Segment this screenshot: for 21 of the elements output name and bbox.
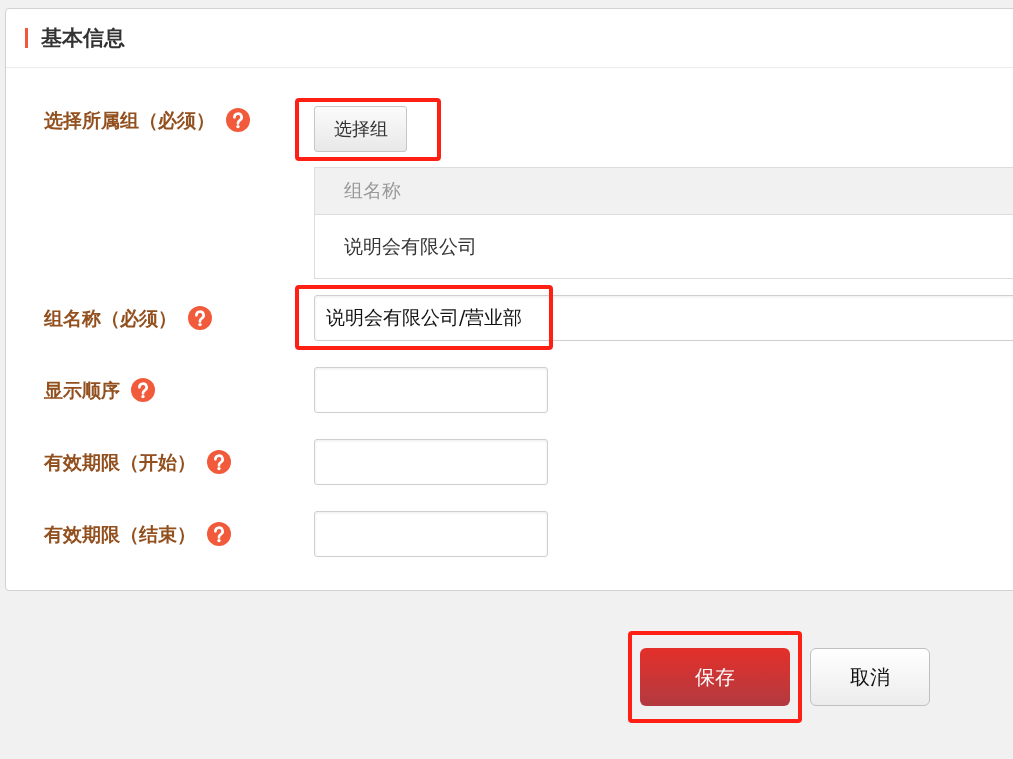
- input-field[interactable]: [314, 439, 548, 485]
- input-field[interactable]: 说明会有限公司/营业部: [314, 295, 1013, 341]
- save-button[interactable]: 保存: [640, 648, 790, 706]
- column-header: 组名称: [314, 167, 1013, 215]
- help-icon[interactable]: [131, 378, 155, 402]
- table-cell[interactable]: 说明会有限公司: [314, 214, 1013, 279]
- field-label: 选择所属组（必须）: [44, 108, 215, 133]
- input-field[interactable]: [314, 367, 548, 413]
- input-field[interactable]: [314, 511, 548, 557]
- help-icon[interactable]: [207, 450, 231, 474]
- cancel-button[interactable]: 取消: [810, 648, 930, 706]
- field-label: 组名称（必须）: [44, 306, 177, 331]
- help-icon[interactable]: [226, 108, 250, 132]
- field-label: 显示顺序: [44, 378, 120, 403]
- field-label: 有效期限（结束）: [44, 522, 196, 547]
- field-label: 有效期限（开始）: [44, 450, 196, 475]
- help-icon[interactable]: [188, 306, 212, 330]
- accent-bar-icon: [25, 28, 28, 48]
- select-group-button[interactable]: 选择组: [314, 106, 407, 152]
- section-title: 基本信息: [41, 25, 125, 52]
- help-icon[interactable]: [207, 522, 231, 546]
